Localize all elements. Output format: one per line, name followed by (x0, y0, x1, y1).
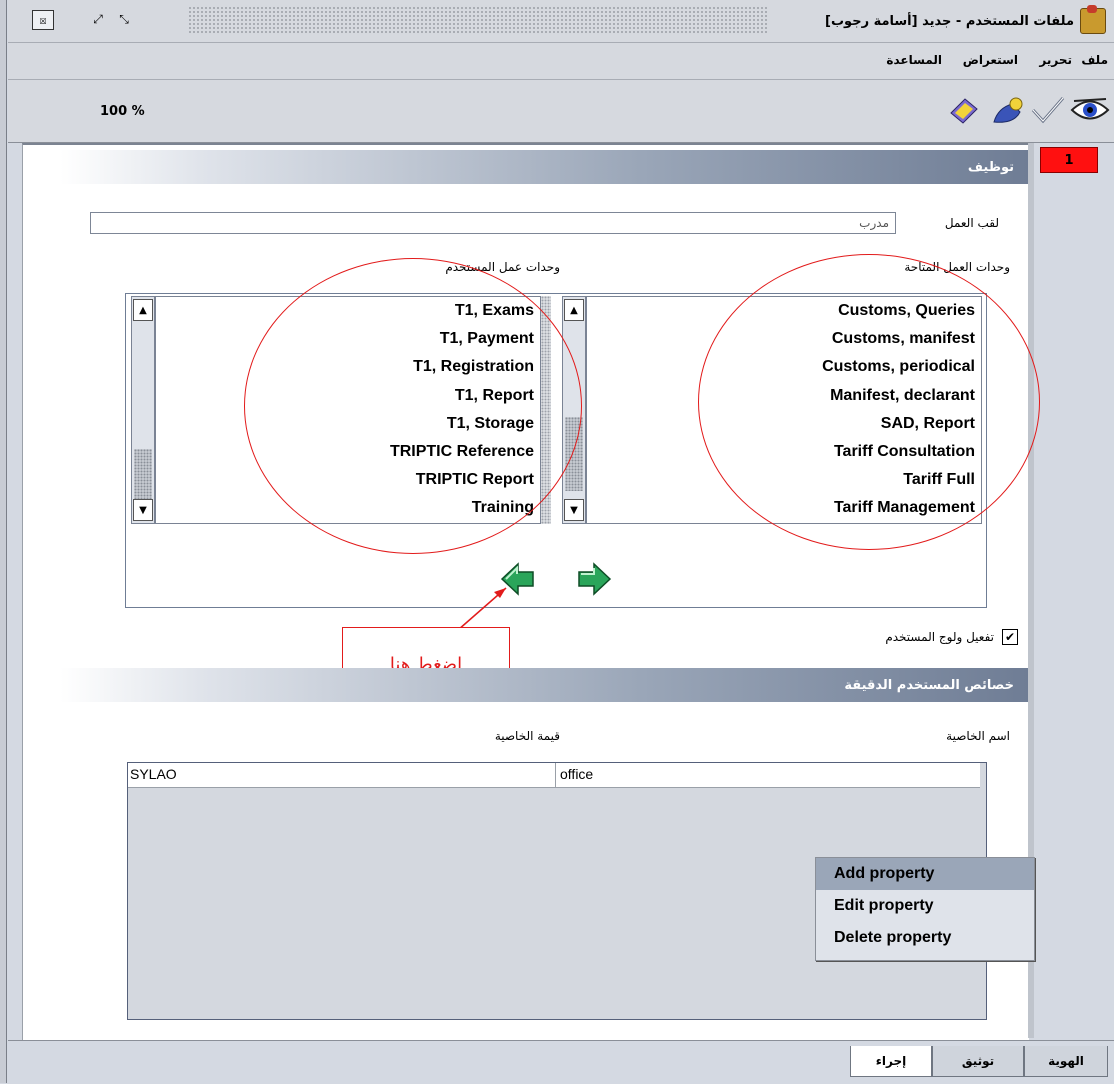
toolbar: 100 % (8, 80, 1114, 143)
minimize-window-button[interactable]: ⤡ (114, 10, 134, 28)
tab-documentation[interactable]: توثيق (932, 1046, 1024, 1077)
tab-procedure[interactable]: إجراء (850, 1046, 932, 1077)
tab-identity[interactable]: الهوية (1024, 1046, 1108, 1077)
delete-property-menu-item[interactable]: Delete property (816, 922, 1034, 954)
maximize-window-button[interactable]: ⤢ (88, 10, 108, 28)
enable-login-checkbox[interactable]: ✔ (1002, 629, 1018, 645)
scroll-up-arrow-icon[interactable]: ▲ (564, 299, 584, 321)
scroll-thumb[interactable] (565, 417, 583, 491)
list-item[interactable]: T1, Storage (156, 410, 540, 438)
user-units-label: وحدات عمل المستخدم (445, 260, 560, 274)
enable-login-label: تفعيل ولوج المستخدم (885, 630, 994, 644)
list-item[interactable]: T1, Payment (156, 325, 540, 353)
list-item[interactable]: T1, Report (156, 382, 540, 410)
job-section-title: توظيف (967, 159, 1014, 175)
key-icon[interactable] (988, 92, 1028, 128)
menu-edit[interactable]: تحرير (1039, 53, 1072, 67)
property-name-label: اسم الخاصية (946, 729, 1010, 743)
available-units-label: وحدات العمل المتاحة (904, 260, 1010, 274)
add-property-menu-item[interactable]: Add property (816, 858, 1034, 890)
user-units-scrollbar[interactable]: ▲ ▼ (131, 296, 155, 524)
list-item[interactable]: Tariff Full (587, 466, 981, 494)
available-units-list[interactable]: Customs, Queries Customs, manifest Custo… (586, 296, 982, 524)
splitter-grip[interactable] (541, 296, 551, 524)
menu-help[interactable]: المساعدة (886, 53, 942, 67)
menu-file[interactable]: ملف (1081, 53, 1108, 67)
list-item[interactable]: Customs, Queries (587, 297, 981, 325)
property-context-menu: Add property Edit property Delete proper… (815, 857, 1035, 961)
list-item[interactable]: T1, Exams (156, 297, 540, 325)
properties-section-title: خصائص المستخدم الدقيقة (844, 677, 1014, 693)
callout-pointer-arrow (457, 587, 507, 631)
menu-view[interactable]: استعراض (963, 53, 1018, 67)
job-title-input[interactable]: مدرب (90, 212, 896, 234)
move-right-arrow-icon[interactable] (576, 562, 612, 596)
list-item[interactable]: TRIPTIC Reference (156, 438, 540, 466)
property-value-label: قيمة الخاصية (494, 729, 560, 743)
scroll-up-arrow-icon[interactable]: ▲ (133, 299, 153, 321)
property-name-cell[interactable]: office (560, 766, 593, 782)
list-item[interactable]: Manifest, declarant (587, 382, 981, 410)
list-item[interactable]: SAD, Report (587, 410, 981, 438)
scroll-down-arrow-icon[interactable]: ▼ (133, 499, 153, 521)
scroll-thumb[interactable] (134, 449, 152, 501)
page-number-badge[interactable]: 1 (1040, 147, 1098, 173)
table-row[interactable]: SYLAO office (128, 763, 980, 788)
scroll-down-arrow-icon[interactable]: ▼ (564, 499, 584, 521)
properties-section-header: خصائص المستخدم الدقيقة (60, 668, 1028, 702)
list-item[interactable]: T1, Registration (156, 353, 540, 381)
zoom-level: 100 % (100, 104, 145, 119)
list-item[interactable]: Tariff Consultation (587, 438, 981, 466)
book-icon[interactable] (944, 92, 984, 128)
list-item[interactable]: Tariff Management (587, 494, 981, 522)
menu-bar: ملف تحرير استعراض المساعدة (8, 43, 1114, 80)
job-title-value: مدرب (859, 216, 889, 230)
list-item[interactable]: TRIPTIC Report (156, 466, 540, 494)
window-left-border (0, 0, 7, 1083)
title-bar: ☒ ⤢ ⤡ ملفات المستخدم - جديد [أسامة رجوب] (8, 0, 1114, 43)
edit-property-menu-item[interactable]: Edit property (816, 890, 1034, 922)
job-section-header: توظيف (60, 150, 1028, 184)
column-divider (555, 763, 556, 787)
available-units-scrollbar[interactable]: ▲ ▼ (562, 296, 586, 524)
window-title: ملفات المستخدم - جديد [أسامة رجوب] (825, 14, 1074, 29)
list-item[interactable]: Training (156, 494, 540, 522)
title-bar-grip (188, 6, 768, 34)
check-icon[interactable] (1028, 92, 1068, 128)
user-units-list[interactable]: T1, Exams T1, Payment T1, Registration T… (155, 296, 541, 524)
eye-icon[interactable] (1070, 92, 1110, 128)
job-title-label: لقب العمل (944, 216, 999, 230)
property-value-cell[interactable]: SYLAO (130, 766, 177, 782)
list-item[interactable]: Customs, manifest (587, 325, 981, 353)
app-gift-icon (1080, 5, 1106, 34)
list-item[interactable]: Customs, periodical (587, 353, 981, 381)
close-window-button[interactable]: ☒ (32, 10, 54, 30)
